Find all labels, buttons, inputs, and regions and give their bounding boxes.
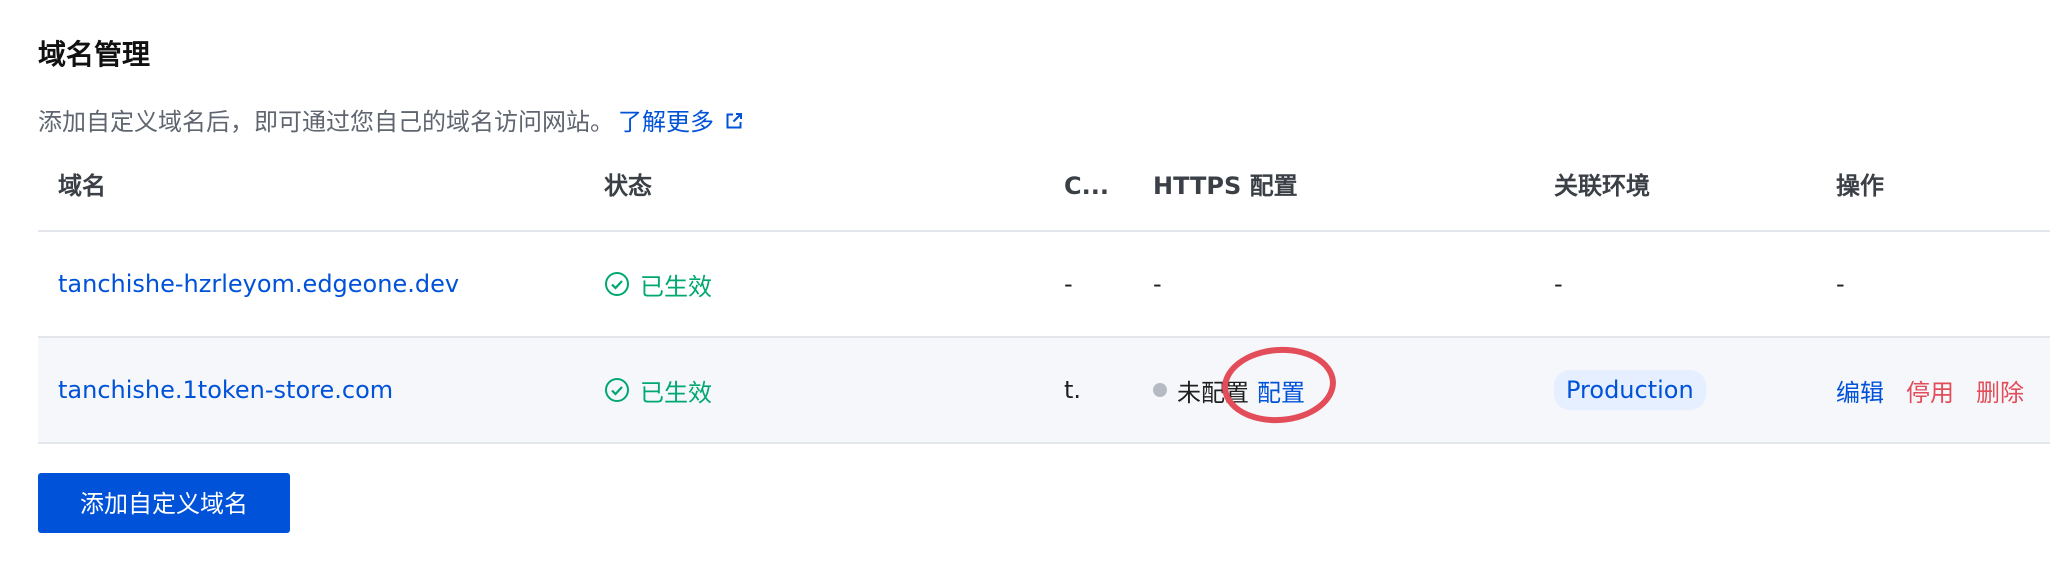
configure-https-link[interactable]: 配置	[1257, 373, 1305, 408]
table-row: tanchishe.1token-store.com 已生效 t. 未配置 配置…	[38, 338, 2050, 444]
external-link-icon	[726, 113, 742, 129]
header-status: 状态	[604, 172, 652, 200]
https-cell: -	[1153, 270, 1162, 298]
https-cell: 未配置 配置	[1153, 338, 1305, 442]
edit-link[interactable]: 编辑	[1836, 373, 1884, 408]
header-domain: 域名	[58, 172, 106, 200]
header-env: 关联环境	[1554, 172, 1650, 200]
status-badge: 已生效	[604, 373, 712, 408]
env-cell: -	[1554, 270, 1563, 298]
table-row: tanchishe-hzrleyom.edgeone.dev 已生效 - - -…	[38, 232, 2050, 338]
description-text: 添加自定义域名后，即可通过您自己的域名访问网站。	[38, 108, 614, 136]
learn-more-link[interactable]: 了解更多	[618, 108, 744, 136]
check-circle-icon	[605, 378, 629, 402]
page-description: 添加自定义域名后，即可通过您自己的域名访问网站。 了解更多	[38, 106, 744, 138]
domain-table: 域名 状态 C... HTTPS 配置 关联环境 操作 tanchishe-hz…	[38, 150, 2050, 444]
disable-link[interactable]: 停用	[1906, 373, 1954, 408]
learn-more-label: 了解更多	[618, 108, 714, 136]
status-badge: 已生效	[604, 267, 712, 302]
domain-link[interactable]: tanchishe-hzrleyom.edgeone.dev	[58, 270, 459, 298]
c-cell: t.	[1064, 376, 1082, 404]
header-ops: 操作	[1836, 172, 1884, 200]
ops-cell: 编辑 停用 删除	[1836, 338, 2046, 442]
https-status: 未配置	[1177, 378, 1249, 407]
add-custom-domain-button[interactable]: 添加自定义域名	[38, 473, 290, 533]
delete-link[interactable]: 删除	[1976, 373, 2024, 408]
page-title: 域名管理	[38, 38, 151, 71]
status-dot-icon	[1153, 383, 1167, 397]
ops-cell: -	[1836, 270, 1845, 298]
c-cell: -	[1064, 270, 1073, 298]
header-https: HTTPS 配置	[1153, 172, 1298, 200]
header-c[interactable]: C...	[1064, 150, 1109, 230]
domain-management-page: 域名管理 添加自定义域名后，即可通过您自己的域名访问网站。 了解更多 域名 状态 …	[0, 0, 2050, 568]
status-text: 已生效	[640, 378, 712, 407]
status-text: 已生效	[640, 272, 712, 301]
check-circle-icon	[605, 272, 629, 296]
domain-link[interactable]: tanchishe.1token-store.com	[58, 376, 393, 404]
env-tag: Production	[1554, 370, 1706, 410]
table-header: 域名 状态 C... HTTPS 配置 关联环境 操作	[38, 150, 2050, 232]
